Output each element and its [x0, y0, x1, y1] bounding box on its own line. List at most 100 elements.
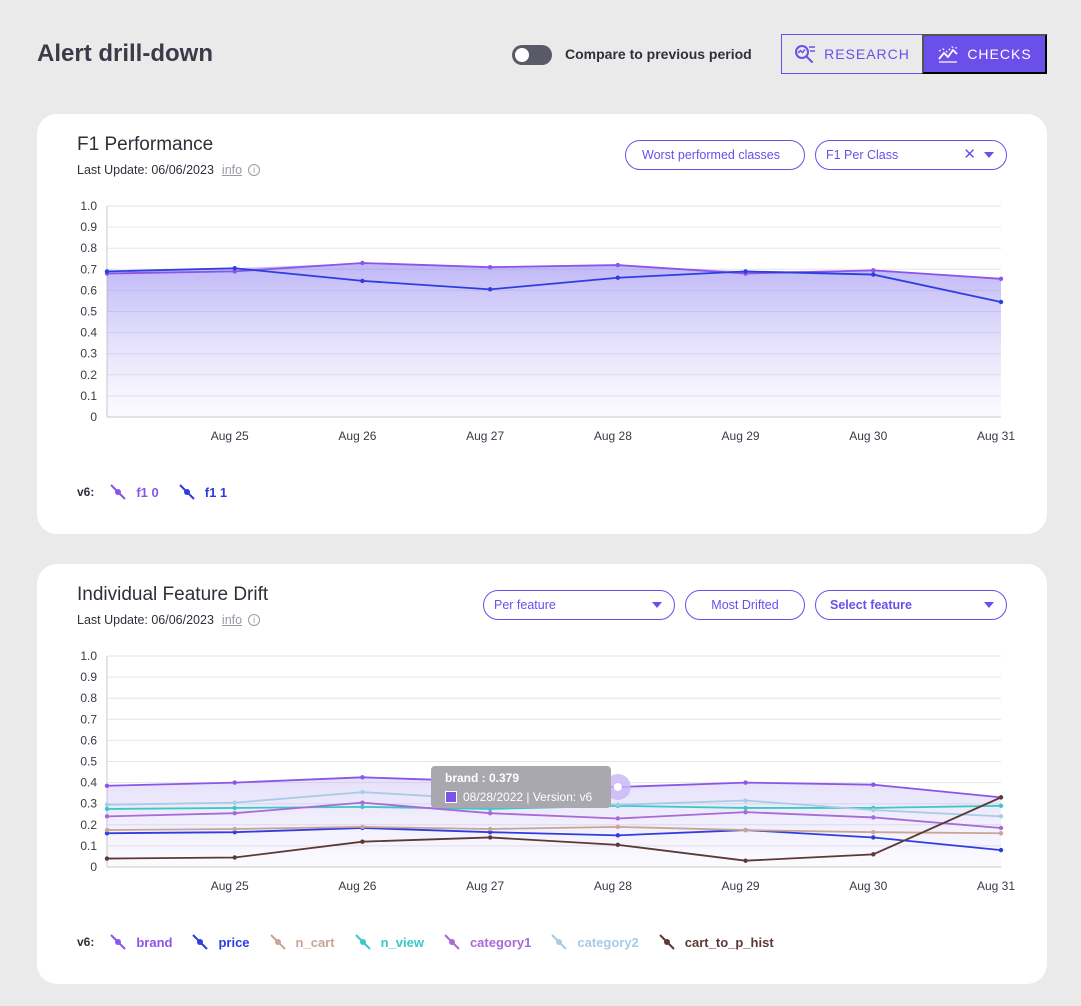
y-tick-label: 1.0: [80, 199, 97, 213]
data-point: [232, 805, 237, 811]
data-point: [743, 858, 748, 863]
y-tick-label: 0.1: [80, 389, 97, 403]
data-point: [104, 856, 110, 861]
data-point: [360, 804, 365, 810]
data-point: [871, 807, 876, 813]
x-tick-label: Aug 27: [466, 879, 504, 893]
data-point: [232, 266, 237, 271]
data-point: [487, 810, 493, 816]
data-point: [360, 278, 365, 284]
y-tick-label: 0.3: [80, 797, 97, 811]
data-point: [743, 798, 748, 803]
x-tick-label: Aug 31: [977, 879, 1015, 893]
data-point: [487, 835, 493, 840]
data-point: [743, 809, 748, 815]
data-point: [360, 839, 365, 844]
y-tick-label: 0.3: [80, 347, 97, 361]
data-point: [998, 831, 1004, 836]
data-point: [998, 795, 1004, 800]
x-tick-label: Aug 29: [722, 429, 760, 443]
data-point: [360, 800, 365, 805]
y-tick-label: 0.4: [80, 776, 97, 790]
data-point: [743, 269, 748, 274]
y-tick-label: 0.2: [80, 368, 97, 382]
x-tick-label: Aug 31: [977, 429, 1015, 443]
y-tick-label: 0.9: [80, 670, 97, 684]
data-point: [743, 827, 748, 833]
data-point: [743, 780, 748, 785]
area-fill: [107, 262, 1001, 417]
data-point: [998, 803, 1004, 809]
data-point: [871, 268, 876, 273]
x-tick-label: Aug 29: [722, 879, 760, 893]
data-point: [998, 276, 1004, 281]
data-point: [104, 269, 110, 274]
data-point: [871, 782, 876, 787]
data-point: [232, 780, 237, 785]
tooltip-swatch: [445, 791, 457, 803]
x-tick-label: Aug 27: [466, 429, 504, 443]
data-point: [487, 264, 493, 270]
data-point: [615, 275, 621, 280]
data-point: [615, 842, 621, 848]
data-point: [998, 847, 1004, 853]
data-point: [232, 810, 237, 816]
y-tick-label: 0.8: [80, 241, 97, 255]
y-tick-label: 0.5: [80, 305, 97, 319]
x-tick-label: Aug 28: [594, 879, 632, 893]
data-point: [615, 824, 621, 830]
y-tick-label: 0.6: [80, 283, 97, 297]
x-tick-label: Aug 26: [338, 879, 376, 893]
y-tick-label: 0.2: [80, 818, 97, 832]
data-point: [487, 287, 493, 292]
data-point: [360, 789, 365, 795]
y-tick-label: 1.0: [80, 649, 97, 663]
data-point: [360, 824, 365, 830]
y-tick-label: 0.7: [80, 262, 97, 276]
x-tick-label: Aug 25: [211, 429, 249, 443]
data-point: [871, 829, 876, 835]
chart-tooltip: brand : 0.379 08/28/2022 | Version: v6: [431, 766, 611, 808]
hover-point: [613, 783, 622, 792]
data-point: [743, 805, 748, 811]
charts-layer: 0 0.1 0.2 0.3 0.4 0.5 0.6 0.7 0.8 0.9 1.0 Aug 25 Aug…: [80, 199, 1015, 893]
data-point: [615, 802, 621, 807]
tooltip-row: 08/28/2022 | Version: v6: [445, 790, 597, 804]
y-tick-label: 0: [90, 410, 97, 424]
y-tick-label: 0.5: [80, 755, 97, 769]
data-point: [998, 299, 1004, 305]
data-point: [232, 855, 237, 860]
x-tick-label: Aug 30: [849, 429, 887, 443]
data-point: [104, 783, 110, 788]
data-point: [615, 833, 621, 838]
data-point: [104, 814, 110, 819]
y-tick-label: 0: [90, 860, 97, 874]
data-point: [615, 816, 621, 821]
data-point: [615, 262, 621, 268]
data-point: [487, 826, 493, 832]
data-point: [871, 815, 876, 820]
data-point: [104, 802, 110, 807]
tooltip-detail: 08/28/2022 | Version: v6: [463, 790, 593, 804]
data-point: [998, 814, 1004, 819]
y-tick-label: 0.9: [80, 220, 97, 234]
x-tick-label: Aug 25: [211, 879, 249, 893]
y-tick-label: 0.7: [80, 712, 97, 726]
data-point: [104, 827, 110, 833]
data-point: [871, 852, 876, 857]
y-tick-label: 0.4: [80, 326, 97, 340]
data-point: [232, 826, 237, 832]
data-point: [104, 806, 110, 812]
y-tick-label: 0.8: [80, 691, 97, 705]
data-point: [871, 272, 876, 277]
data-point: [998, 825, 1004, 831]
data-point: [360, 775, 365, 780]
data-point: [232, 800, 237, 805]
y-tick-label: 0.1: [80, 839, 97, 853]
x-tick-label: Aug 28: [594, 429, 632, 443]
y-tick-label: 0.6: [80, 733, 97, 747]
data-point: [871, 835, 876, 840]
x-tick-label: Aug 26: [338, 429, 376, 443]
x-tick-label: Aug 30: [849, 879, 887, 893]
data-point: [360, 260, 365, 266]
